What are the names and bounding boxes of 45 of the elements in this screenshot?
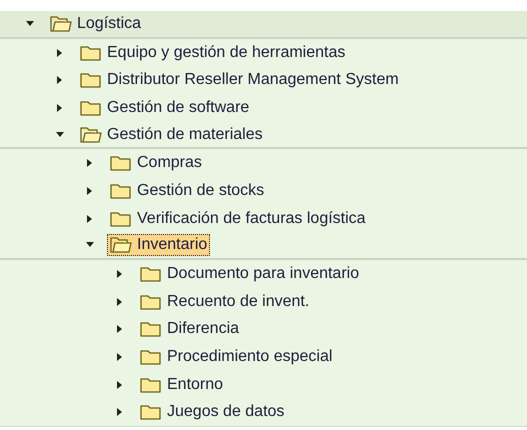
- expand-triangle-icon[interactable]: [55, 130, 65, 139]
- folder-icon: [80, 98, 102, 117]
- tree-item[interactable]: Documento para inventario: [137, 263, 362, 286]
- tree-item[interactable]: Procedimiento especial: [137, 346, 336, 368]
- collapse-triangle-icon[interactable]: [55, 48, 63, 58]
- tree-item[interactable]: Verificación de facturas logística: [107, 208, 369, 230]
- collapse-triangle-icon[interactable]: [85, 214, 93, 224]
- folder-icon: [80, 44, 102, 62]
- tree-item[interactable]: Logística: [47, 12, 144, 35]
- open-folder-icon: [80, 126, 102, 144]
- collapse-triangle-icon[interactable]: [115, 380, 123, 390]
- open-folder-icon: [50, 14, 72, 33]
- collapse-triangle-icon[interactable]: [55, 102, 63, 113]
- collapse-triangle-icon[interactable]: [85, 158, 93, 168]
- folder-icon: [140, 265, 162, 284]
- tree-item[interactable]: Gestión de software: [77, 96, 252, 119]
- tree-item[interactable]: Recuento de invent.: [137, 290, 312, 313]
- tree-item[interactable]: Equipo y gestión de herramientas: [77, 42, 348, 64]
- folder-icon: [140, 403, 162, 422]
- tree-item[interactable]: Diferencia: [137, 318, 242, 340]
- collapse-triangle-icon[interactable]: [115, 407, 123, 418]
- collapse-triangle-icon[interactable]: [55, 75, 63, 86]
- tree-item[interactable]: Gestión de stocks: [107, 180, 268, 202]
- folder-icon: [140, 376, 162, 394]
- open-folder-icon: [110, 236, 132, 254]
- collapse-triangle-icon[interactable]: [115, 324, 123, 334]
- tree-item[interactable]: Inventario: [107, 234, 210, 256]
- collapse-triangle-icon[interactable]: [115, 296, 123, 307]
- collapse-triangle-icon[interactable]: [115, 352, 123, 362]
- tree-item[interactable]: Entorno: [137, 374, 226, 396]
- tree-item[interactable]: Juegos de datos: [137, 401, 288, 424]
- expand-triangle-icon[interactable]: [25, 20, 35, 28]
- folder-icon: [140, 348, 162, 366]
- folder-icon: [110, 182, 132, 200]
- tree-item[interactable]: Gestión de materiales: [77, 124, 266, 146]
- collapse-triangle-icon[interactable]: [85, 186, 93, 196]
- folder-icon: [110, 210, 132, 228]
- tree-item[interactable]: Compras: [107, 152, 205, 174]
- folder-icon: [140, 292, 162, 311]
- folder-icon: [80, 71, 102, 90]
- expand-triangle-icon[interactable]: [85, 241, 95, 250]
- collapse-triangle-icon[interactable]: [115, 269, 123, 280]
- folder-icon: [110, 154, 132, 172]
- folder-icon: [140, 320, 162, 338]
- tree-item[interactable]: Distributor Reseller Management System: [77, 69, 402, 92]
